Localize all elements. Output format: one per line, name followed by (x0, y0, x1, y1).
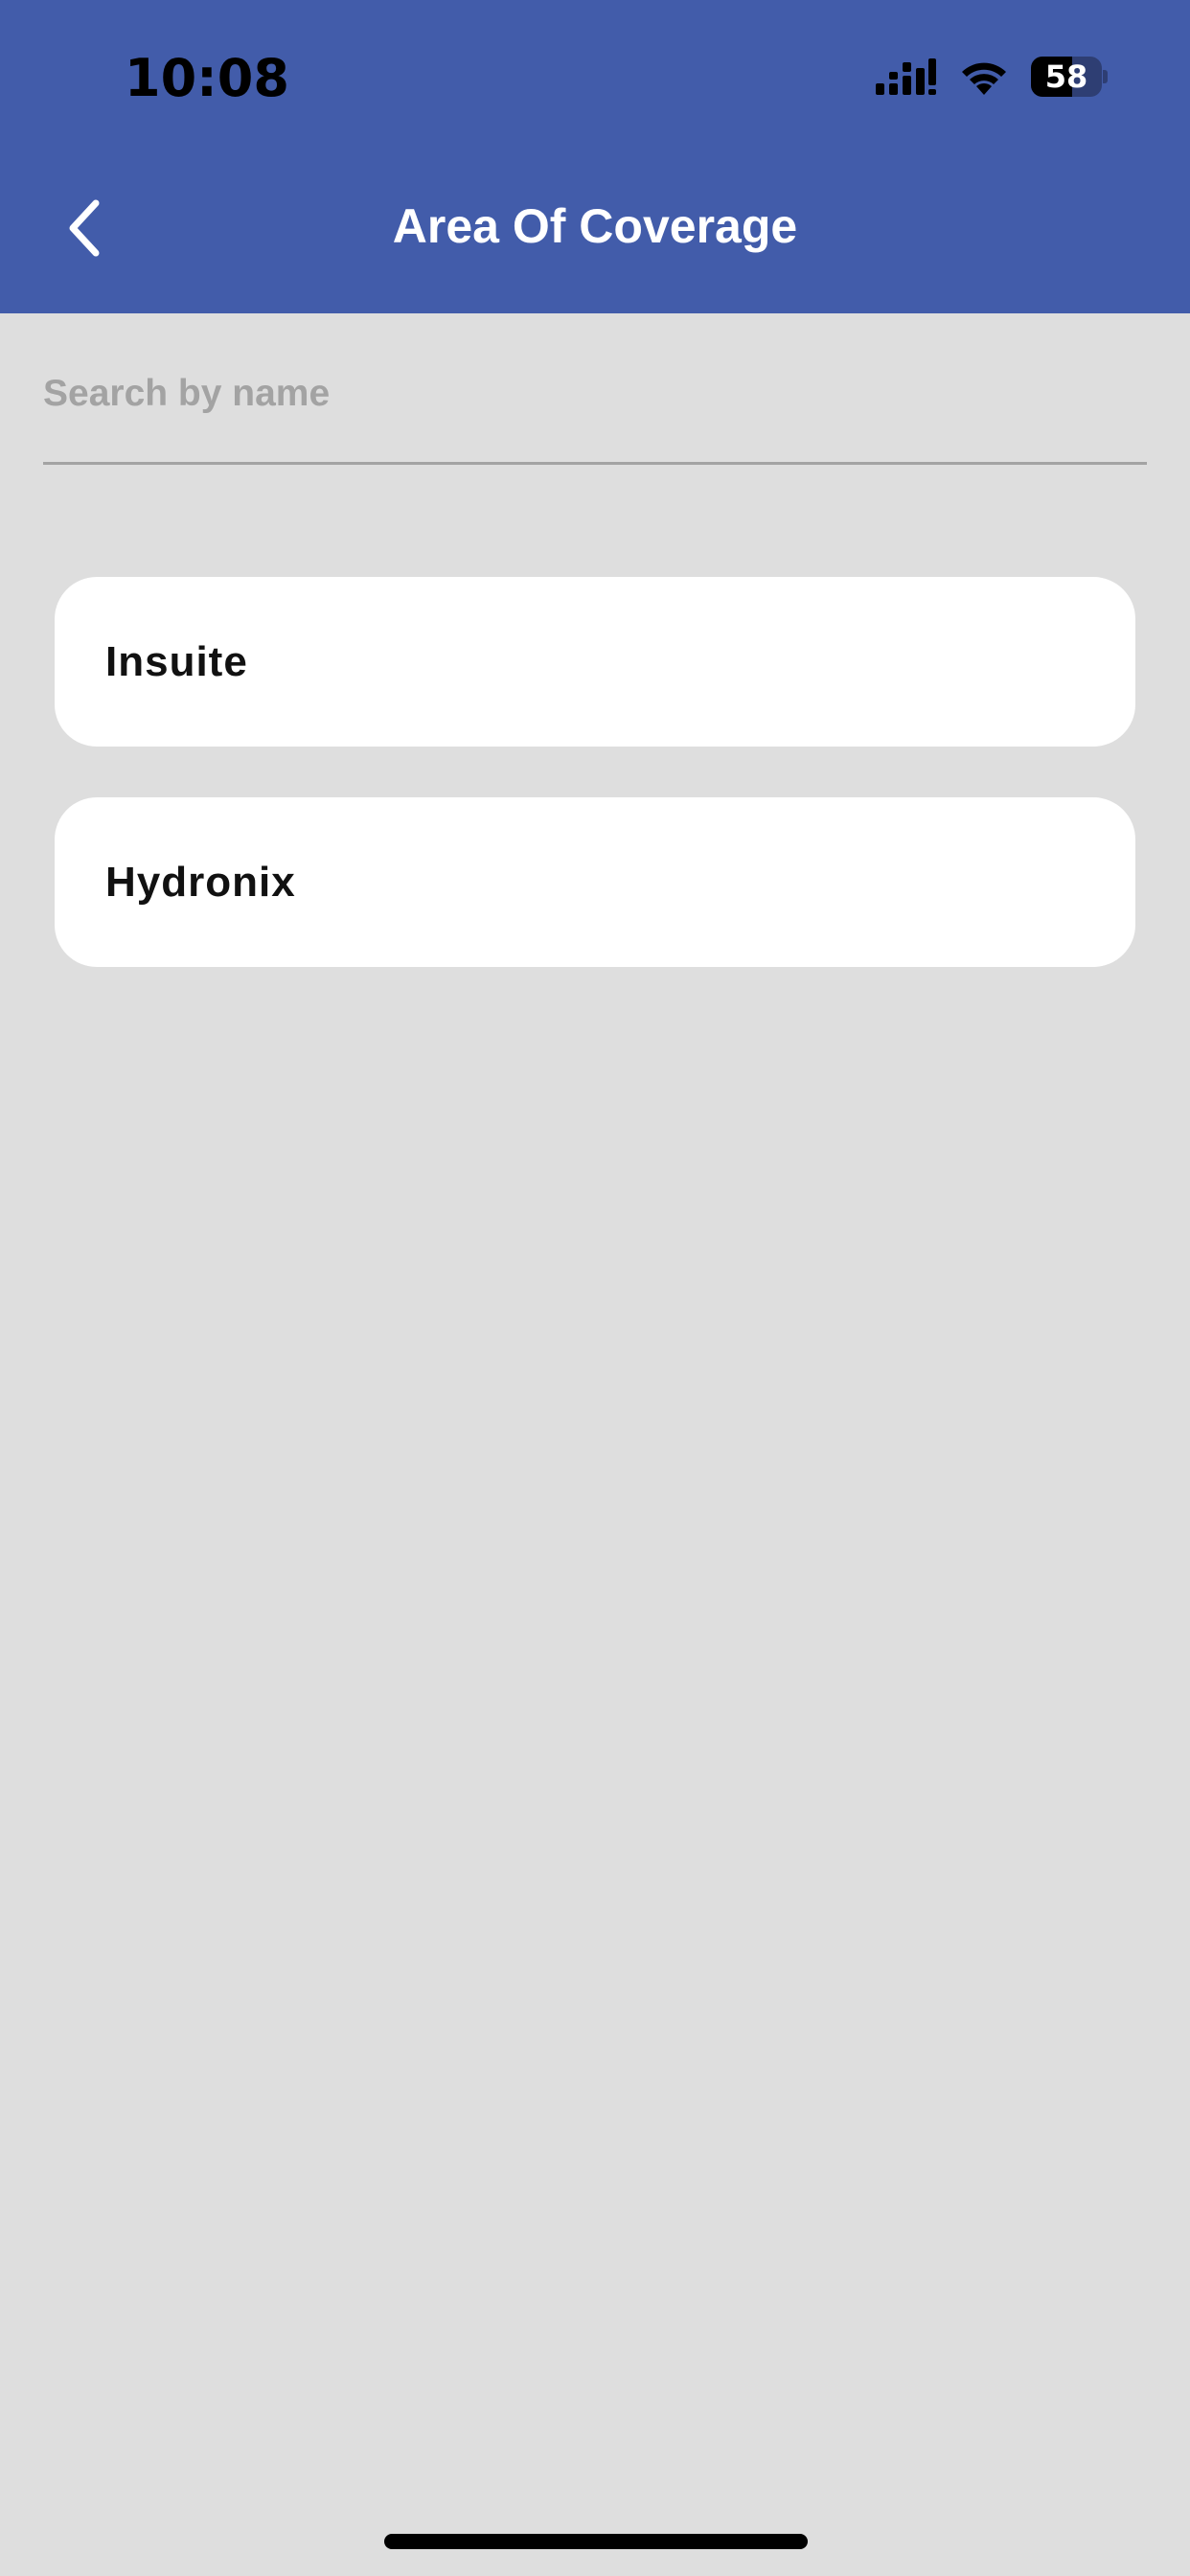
search-input[interactable] (43, 360, 1147, 427)
page-title: Area Of Coverage (392, 199, 798, 253)
list-item-insuite[interactable]: Insuite (55, 577, 1135, 747)
coverage-list: Insuite Hydronix (55, 577, 1135, 1018)
list-item-hydronix[interactable]: Hydronix (55, 797, 1135, 967)
status-icons: 58 (874, 54, 1108, 100)
search-field (43, 355, 1147, 465)
status-time: 10:08 (125, 48, 289, 108)
battery-percentage: 58 (1044, 58, 1088, 95)
home-indicator (384, 2534, 808, 2549)
wifi-icon (962, 62, 1006, 95)
battery-icon: 58 (1031, 57, 1108, 97)
list-item-label: Hydronix (105, 858, 296, 906)
cellular-signal-icon (876, 58, 936, 95)
list-item-label: Insuite (105, 637, 248, 685)
app-header: 10:08 58 Area Of Coverage (0, 0, 1190, 313)
